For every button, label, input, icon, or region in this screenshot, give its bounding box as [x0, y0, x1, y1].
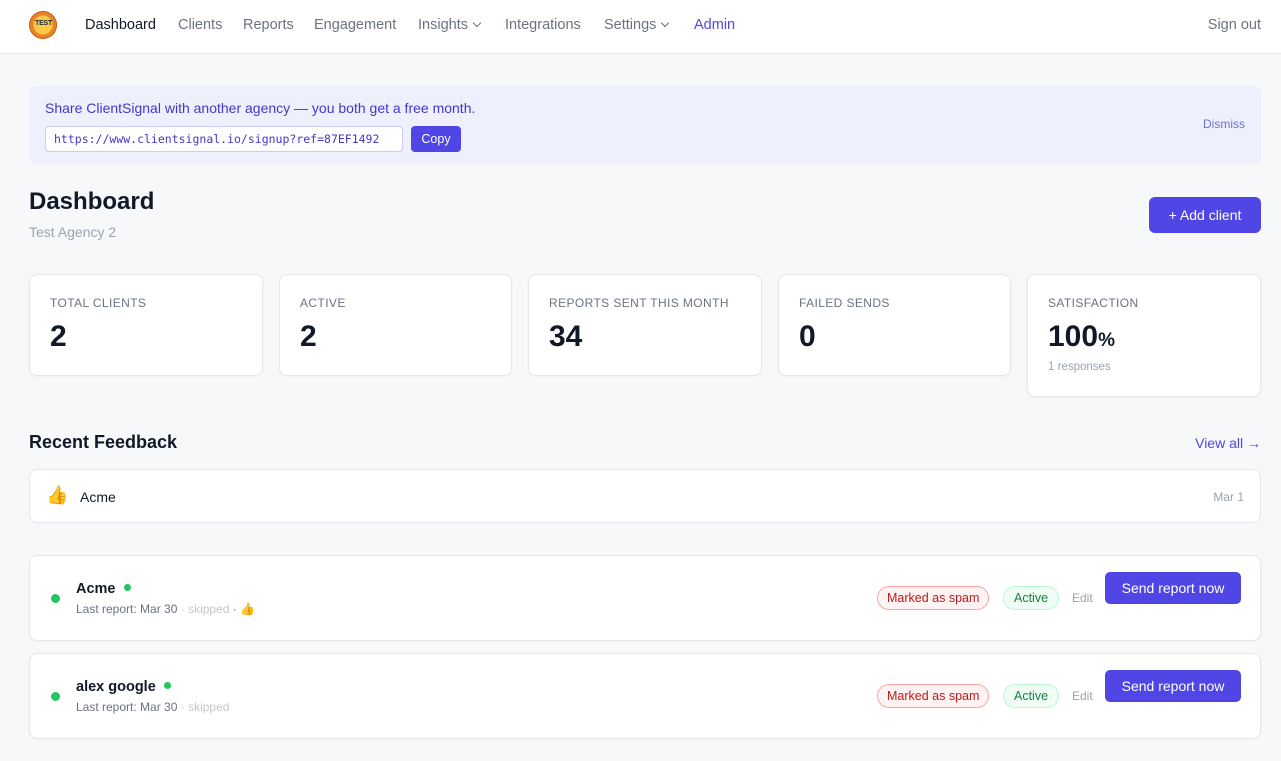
- client-name[interactable]: alex google: [76, 679, 171, 695]
- client-row: Acme Last report: Mar 30 · skipped · 👍 M…: [29, 555, 1261, 641]
- edit-link[interactable]: Edit: [1072, 689, 1093, 703]
- referral-banner: Share ClientSignal with another agency —…: [29, 86, 1261, 164]
- edit-link[interactable]: Edit: [1072, 591, 1093, 605]
- thumbs-up-icon: · 👍: [232, 602, 256, 616]
- client-row: alex google Last report: Mar 30 · skippe…: [29, 653, 1261, 739]
- client-meta: Last report: Mar 30 · skipped: [76, 700, 229, 714]
- stat-label: FAILED SENDS: [799, 296, 890, 310]
- stat-value: 100%: [1048, 320, 1115, 354]
- online-dot-icon: [123, 584, 131, 591]
- nav-dashboard[interactable]: Dashboard: [85, 17, 156, 33]
- agency-name: Test Agency 2: [29, 224, 117, 240]
- banner-text: Share ClientSignal with another agency —…: [45, 100, 476, 116]
- stat-card-reports-sent: REPORTS SENT THIS MONTH 34: [528, 274, 762, 376]
- chevron-down-icon: [472, 18, 482, 28]
- stat-value: 2: [50, 320, 67, 353]
- spam-badge: Marked as spam: [877, 684, 990, 708]
- stat-label: SATISFACTION: [1048, 296, 1139, 310]
- stat-value: 2: [300, 320, 317, 353]
- view-all-link[interactable]: View all →: [1195, 435, 1261, 451]
- feedback-date: Mar 1: [1213, 490, 1244, 504]
- chevron-down-icon: [661, 18, 670, 28]
- responses-count: 1 responses: [1048, 361, 1111, 373]
- nav-insights[interactable]: Insights: [418, 17, 482, 33]
- client-name-text: Acme: [76, 581, 116, 597]
- last-report: Last report: Mar 30: [76, 700, 178, 714]
- stat-card-failed-sends: FAILED SENDS 0: [778, 274, 1011, 376]
- last-report: Last report: Mar 30: [76, 602, 178, 616]
- nav-settings-label: Settings: [604, 17, 657, 33]
- add-client-button[interactable]: + Add client: [1149, 197, 1261, 233]
- satisfaction-value: 100: [1048, 320, 1099, 353]
- nav-insights-label: Insights: [418, 17, 468, 33]
- dismiss-button[interactable]: Dismiss: [1203, 117, 1245, 131]
- nav-integrations[interactable]: Integrations: [505, 17, 581, 33]
- nav-engagement[interactable]: Engagement: [314, 17, 396, 33]
- stat-value: 0: [799, 320, 816, 353]
- feedback-item[interactable]: 👍 Acme Mar 1: [29, 469, 1261, 523]
- page-title: Dashboard: [29, 188, 155, 215]
- status-dot-icon: [51, 594, 60, 603]
- stat-label: REPORTS SENT THIS MONTH: [549, 296, 729, 310]
- nav-settings[interactable]: Settings: [604, 17, 670, 33]
- stat-label: TOTAL CLIENTS: [50, 296, 147, 310]
- stat-card-active: ACTIVE 2: [279, 274, 512, 376]
- logo-text: TEST: [35, 20, 53, 27]
- sign-out-link[interactable]: Sign out: [1208, 17, 1261, 33]
- stat-card-satisfaction: SATISFACTION 100% 1 responses: [1027, 274, 1261, 397]
- logo[interactable]: TEST: [29, 11, 57, 39]
- client-meta: Last report: Mar 30 · skipped · 👍: [76, 602, 255, 616]
- send-report-button[interactable]: Send report now: [1105, 670, 1241, 702]
- stat-card-total-clients: TOTAL CLIENTS 2: [29, 274, 263, 376]
- stat-value: 34: [549, 320, 583, 353]
- recent-feedback-title: Recent Feedback: [29, 432, 178, 452]
- nav-clients[interactable]: Clients: [178, 17, 222, 33]
- client-name[interactable]: Acme: [76, 581, 131, 597]
- skipped-label: · skipped: [180, 602, 230, 616]
- skipped-label: · skipped: [180, 700, 230, 714]
- status-badge: Active: [1003, 684, 1060, 708]
- client-name-text: alex google: [76, 679, 156, 695]
- stat-label: ACTIVE: [300, 296, 346, 310]
- nav-reports[interactable]: Reports: [243, 17, 294, 33]
- status-badge: Active: [1003, 586, 1060, 610]
- top-navigation: TEST Dashboard Clients Reports Engagemen…: [0, 0, 1281, 54]
- percent-unit: %: [1098, 330, 1115, 351]
- status-dot-icon: [51, 692, 60, 701]
- copy-button[interactable]: Copy: [411, 126, 461, 152]
- spam-badge: Marked as spam: [877, 586, 990, 610]
- send-report-button[interactable]: Send report now: [1105, 572, 1241, 604]
- referral-url-field[interactable]: https://www.clientsignal.io/signup?ref=8…: [45, 126, 403, 152]
- nav-admin[interactable]: Admin: [694, 17, 735, 33]
- online-dot-icon: [163, 682, 171, 689]
- thumbs-up-icon: 👍: [46, 485, 69, 505]
- feedback-client-name: Acme: [80, 489, 116, 505]
